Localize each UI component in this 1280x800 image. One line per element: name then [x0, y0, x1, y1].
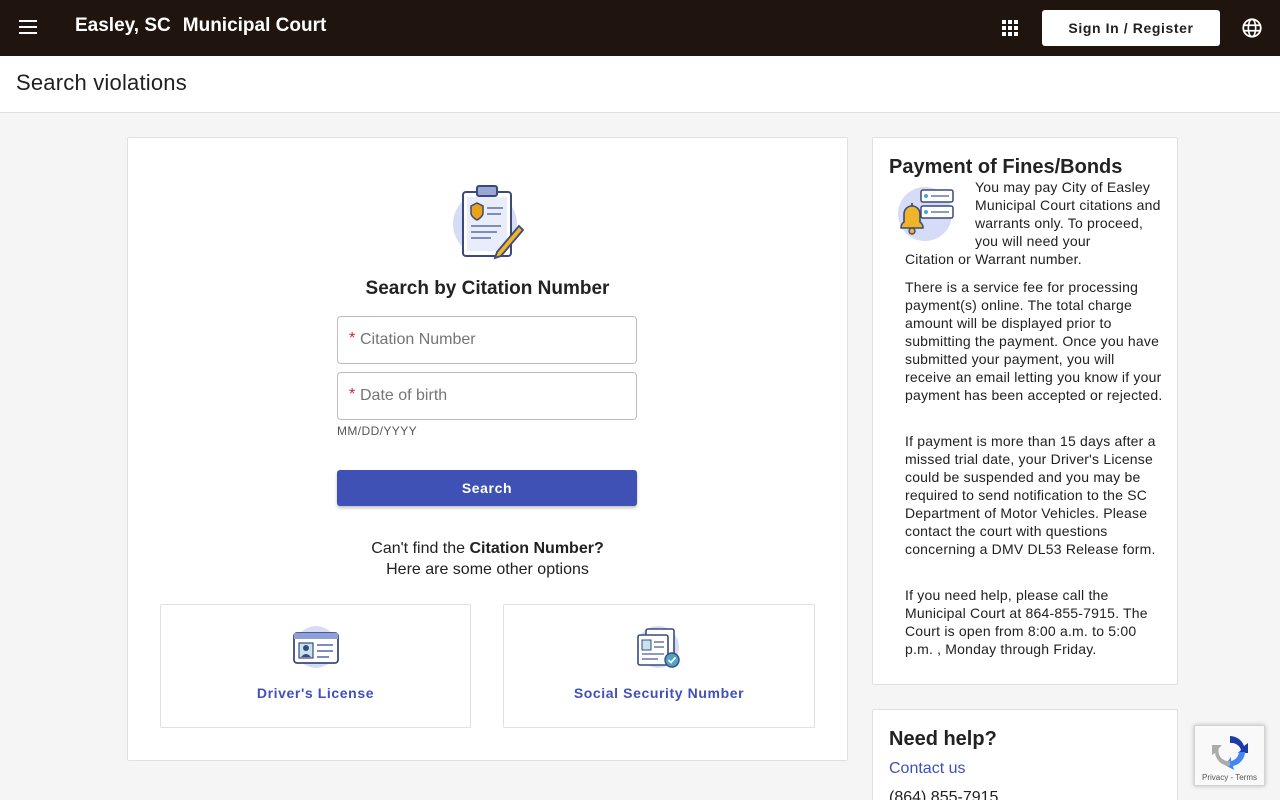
ssn-document-icon [637, 626, 680, 668]
citation-search-card: Search by Citation Number * * MM/DD/YYYY… [127, 137, 848, 761]
menu-icon[interactable] [16, 16, 40, 40]
payment-intro-text-cont: Citation or Warrant number. [905, 251, 1082, 267]
license-suspension-text: If payment is more than 15 days after a … [905, 433, 1156, 557]
payment-info-card: Payment of Fines/Bonds You may pay City … [872, 137, 1178, 685]
social-security-number-label: Social Security Number [573, 685, 745, 701]
required-marker: * [349, 330, 356, 347]
sign-in-register-button[interactable]: Sign In / Register [1042, 10, 1220, 46]
bell-notification-icon [898, 187, 954, 241]
court-name: Municipal Court [182, 15, 327, 36]
cant-find-text: Can't find the [371, 540, 466, 557]
apps-grid-icon[interactable] [1000, 18, 1020, 38]
service-fee-text: There is a service fee for processing pa… [905, 279, 1163, 403]
payment-title: Payment of Fines/Bonds [889, 156, 1123, 178]
payment-intro-text: You may pay City of Easley Municipal Cou… [975, 179, 1161, 249]
citation-number-field: * [337, 316, 637, 364]
recaptcha-badge[interactable]: Privacy - Terms [1194, 725, 1265, 786]
page-header: Search violations [0, 56, 1280, 113]
date-format-hint: MM/DD/YYYY [337, 424, 418, 438]
required-marker: * [349, 386, 356, 403]
clipboard-citation-icon [453, 185, 525, 260]
contact-us-link[interactable]: Contact us [889, 760, 965, 778]
top-app-bar: Easley, SC Municipal Court Sign In / Regi… [0, 0, 1280, 56]
cant-find-bold: Citation Number? [469, 540, 604, 557]
alternatives-prompt: Can't find the Citation Number? Here are… [128, 538, 847, 580]
search-heading: Search by Citation Number [365, 278, 610, 299]
app-title: Easley, SC Municipal Court [75, 15, 326, 37]
search-button[interactable]: Search [337, 470, 637, 506]
drivers-license-label: Driver's License [256, 685, 375, 701]
social-security-number-option[interactable]: Social Security Number [503, 604, 815, 728]
date-of-birth-field: * [337, 372, 637, 420]
other-options-text: Here are some other options [386, 561, 589, 578]
drivers-license-option[interactable]: Driver's License [160, 604, 471, 728]
globe-icon[interactable] [1241, 17, 1263, 39]
city-name: Easley, SC [75, 15, 171, 36]
court-contact-text: If you need help, please call the Munici… [905, 587, 1148, 657]
need-help-card: Need help? Contact us (864) 855-7915 [872, 709, 1178, 800]
page-title: Search violations [16, 70, 187, 95]
help-phone-number: (864) 855-7915 [889, 789, 999, 800]
recaptcha-icon [1212, 736, 1248, 770]
citation-number-input[interactable] [338, 317, 636, 363]
date-of-birth-input[interactable] [338, 373, 636, 419]
recaptcha-privacy-terms[interactable]: Privacy - Terms [1195, 773, 1264, 782]
id-card-icon [292, 626, 339, 668]
need-help-title: Need help? [889, 728, 997, 750]
